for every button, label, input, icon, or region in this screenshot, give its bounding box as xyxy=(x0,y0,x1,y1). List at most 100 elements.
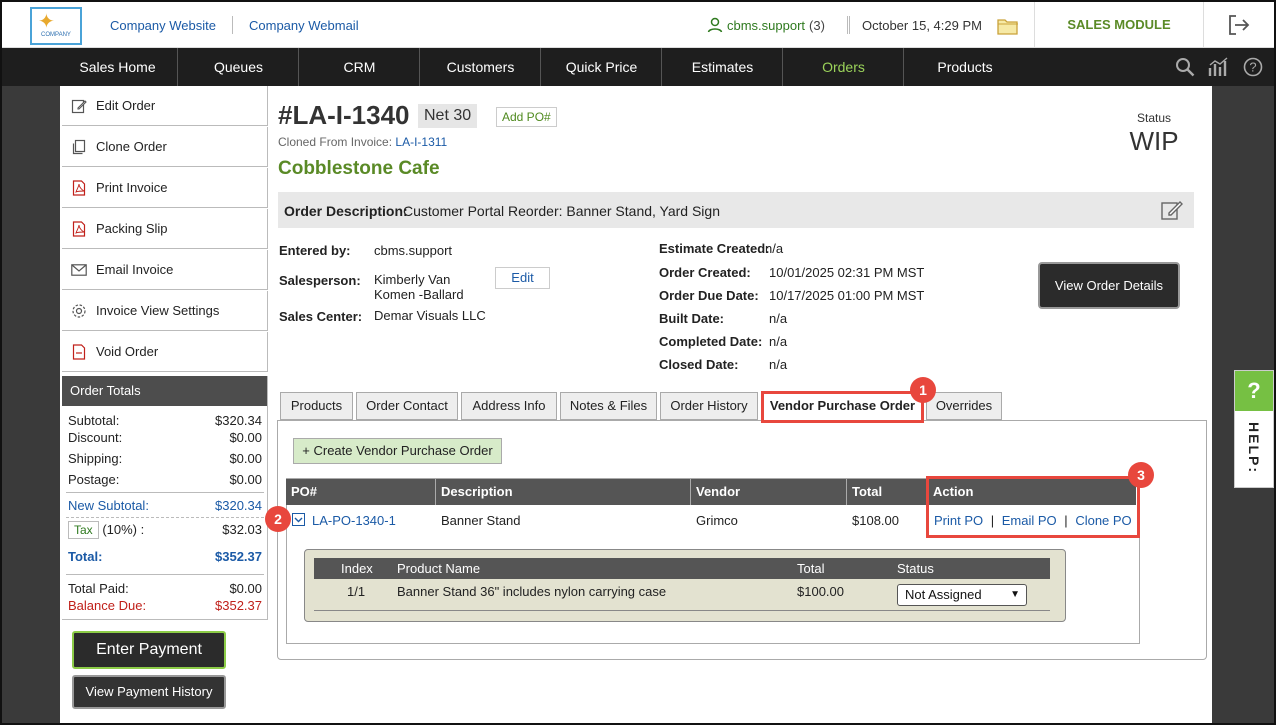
total-paid-value: $0.00 xyxy=(229,581,262,596)
search-icon[interactable] xyxy=(1174,56,1196,78)
divider xyxy=(232,16,233,34)
logo-star-icon: ✦ xyxy=(38,11,55,33)
new-subtotal-label: New Subtotal: xyxy=(68,498,149,513)
view-payment-history-button[interactable]: View Payment History xyxy=(72,675,226,709)
envelope-icon xyxy=(70,261,88,279)
balance-due-value: $352.37 xyxy=(215,598,262,613)
tab-address-info[interactable]: Address Info xyxy=(461,392,557,420)
tab-notes-files[interactable]: Notes & Files xyxy=(560,392,657,420)
po-vendor: Grimco xyxy=(696,513,738,528)
expand-row-toggle[interactable] xyxy=(292,513,305,526)
salesperson-line1: Kimberly Van xyxy=(374,272,451,287)
order-description-value: Customer Portal Reorder: Banner Stand, Y… xyxy=(403,203,720,219)
void-order-label: Void Order xyxy=(96,344,159,359)
order-description-label: Order Description: xyxy=(284,203,408,219)
edit-order-button[interactable]: Edit Order xyxy=(62,86,268,126)
sub-col-index: Index xyxy=(341,561,373,576)
payment-terms: Net 30 xyxy=(418,104,478,128)
divider xyxy=(66,517,264,518)
tax-value: $32.03 xyxy=(222,522,262,537)
annotation-badge-1: 1 xyxy=(910,377,936,403)
sales-center-label: Sales Center: xyxy=(279,309,363,324)
balance-due-row: Balance Due: $352.37 xyxy=(68,598,262,613)
line-item-total: $100.00 xyxy=(797,584,844,599)
salesperson-label: Salesperson: xyxy=(279,273,361,288)
salesperson-line2: Komen -Ballard xyxy=(374,287,464,302)
annotation-badge-2: 2 xyxy=(265,506,291,532)
postage-row: Postage: $0.00 xyxy=(68,472,262,487)
invoice-view-settings-label: Invoice View Settings xyxy=(96,303,220,318)
nav-queues[interactable]: Queues xyxy=(179,48,299,86)
email-invoice-label: Email Invoice xyxy=(96,262,174,277)
add-po-button[interactable]: Add PO# xyxy=(496,107,557,127)
nav-estimates[interactable]: Estimates xyxy=(663,48,783,86)
shipping-label: Shipping: xyxy=(68,451,123,466)
status-label: Status xyxy=(1136,111,1172,125)
edit-description-icon[interactable] xyxy=(1160,198,1184,222)
logout-icon[interactable] xyxy=(1227,14,1251,36)
closed-date-value: n/a xyxy=(769,357,788,372)
customer-name[interactable]: Cobblestone Cafe xyxy=(278,158,440,180)
nav-customers[interactable]: Customers xyxy=(421,48,541,86)
col-header-description: Description xyxy=(436,479,691,505)
new-subtotal-value: $320.34 xyxy=(215,498,262,513)
annotation-highlight-1 xyxy=(761,391,924,423)
order-number: #LA-I-1340 xyxy=(278,100,410,130)
void-order-button[interactable]: Void Order xyxy=(62,332,268,372)
analytics-icon[interactable] xyxy=(1208,56,1230,78)
help-tab[interactable]: ? HELP: xyxy=(1234,370,1274,488)
company-website-link[interactable]: Company Website xyxy=(110,18,216,33)
module-label[interactable]: SALES MODULE xyxy=(1034,2,1204,48)
nav-crm[interactable]: CRM xyxy=(300,48,420,86)
view-order-details-button[interactable]: View Order Details xyxy=(1038,262,1180,309)
create-vendor-po-button[interactable]: + Create Vendor Purchase Order xyxy=(293,438,502,464)
divider xyxy=(66,492,264,493)
tab-order-contact[interactable]: Order Contact xyxy=(356,392,458,420)
total-paid-row: Total Paid: $0.00 xyxy=(68,581,262,596)
status-value: WIP xyxy=(1129,126,1179,156)
packing-slip-button[interactable]: Packing Slip xyxy=(62,209,268,249)
tab-order-history[interactable]: Order History xyxy=(660,392,758,420)
completed-date-value: n/a xyxy=(769,334,788,349)
annotation-badge-3: 3 xyxy=(1128,462,1154,488)
clone-order-button[interactable]: Clone Order xyxy=(62,127,268,167)
total-label: Total: xyxy=(68,549,103,564)
cloned-from-label: Cloned From Invoice: xyxy=(278,135,393,149)
help-icon[interactable]: ? xyxy=(1242,56,1264,78)
tab-overrides[interactable]: Overrides xyxy=(926,392,1002,420)
enter-payment-button[interactable]: Enter Payment xyxy=(72,631,226,669)
folder-icon[interactable] xyxy=(997,17,1019,35)
svg-text:?: ? xyxy=(1249,60,1256,75)
subtotal-row: Subtotal: $320.34 xyxy=(68,413,262,428)
print-invoice-button[interactable]: Print Invoice xyxy=(62,168,268,208)
edit-salesperson-button[interactable]: Edit xyxy=(495,267,550,289)
estimate-created-label: Estimate Created: xyxy=(659,241,770,256)
tax-row: Tax (10%) : $32.03 xyxy=(68,521,262,539)
po-number-link[interactable]: LA-PO-1340-1 xyxy=(312,513,396,528)
shipping-value: $0.00 xyxy=(229,451,262,466)
cloned-from-link[interactable]: LA-I-1311 xyxy=(395,135,447,149)
invoice-view-settings-button[interactable]: Invoice View Settings xyxy=(62,291,268,331)
main-nav: Sales Home Queues CRM Customers Quick Pr… xyxy=(2,48,1274,86)
nav-products[interactable]: Products xyxy=(905,48,1025,86)
postage-value: $0.00 xyxy=(229,472,262,487)
nav-orders[interactable]: Orders xyxy=(784,48,904,86)
built-date-value: n/a xyxy=(769,311,788,326)
entered-by-value: cbms.support xyxy=(374,243,453,258)
line-item-status-select[interactable]: Not Assigned ▼ xyxy=(897,584,1027,606)
order-created-value: 10/01/2025 02:31 PM MST xyxy=(769,265,925,280)
company-webmail-link[interactable]: Company Webmail xyxy=(249,18,359,33)
order-created-label: Order Created: xyxy=(659,265,751,280)
total-row: Total: $352.37 xyxy=(68,549,262,564)
po-description: Banner Stand xyxy=(441,513,521,528)
copy-icon xyxy=(70,138,88,156)
email-invoice-button[interactable]: Email Invoice xyxy=(62,250,268,290)
nav-quick-price[interactable]: Quick Price xyxy=(542,48,662,86)
company-logo[interactable]: ✦ COMPANY xyxy=(30,7,82,45)
estimate-created-value: n/a xyxy=(765,241,784,256)
tab-products[interactable]: Products xyxy=(280,392,353,420)
nav-sales-home[interactable]: Sales Home xyxy=(58,48,178,86)
order-description-bar: Order Description: Customer Portal Reord… xyxy=(278,192,1194,228)
current-user[interactable]: cbms.support (3) xyxy=(707,17,825,33)
new-subtotal-row: New Subtotal: $320.34 xyxy=(68,498,262,513)
